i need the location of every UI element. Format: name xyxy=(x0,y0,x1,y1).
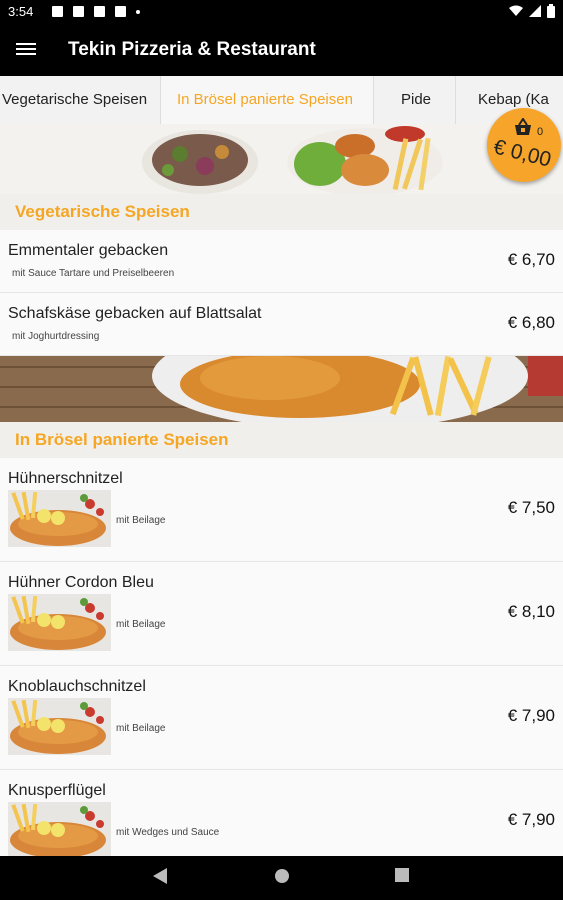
item-name: Emmentaler gebacken xyxy=(8,242,169,259)
item-name: Hühner Cordon Bleu xyxy=(8,574,154,591)
system-navigation-bar xyxy=(0,856,563,900)
tab-vegetarische-speisen[interactable]: Vegetarische Speisen xyxy=(0,76,161,124)
item-description: mit Wedges und Sauce xyxy=(116,827,220,838)
back-icon[interactable] xyxy=(153,868,167,884)
battery-icon xyxy=(547,4,555,18)
item-price: € 7,90 xyxy=(507,706,555,725)
item-description: mit Joghurtdressing xyxy=(12,331,100,342)
menu-item[interactable]: Schafskäse gebacken auf Blattsalat mit J… xyxy=(0,293,563,356)
item-description: mit Beilage xyxy=(116,723,166,734)
wifi-icon xyxy=(509,5,523,16)
menu-icon[interactable] xyxy=(16,40,36,60)
tab-in-broesel-panierte-speisen[interactable]: In Brösel panierte Speisen xyxy=(161,76,374,124)
menu-item[interactable]: Knusperflügel mit Wedges und Sauce € 7,9… xyxy=(0,770,563,856)
item-name: Hühnerschnitzel xyxy=(8,470,123,487)
item-name: Schafskäse gebacken auf Blattsalat xyxy=(8,305,262,322)
notification-icon xyxy=(115,6,126,17)
item-description: mit Sauce Tartare und Preiselbeeren xyxy=(12,268,175,279)
menu-item[interactable]: Emmentaler gebacken mit Sauce Tartare un… xyxy=(0,230,563,293)
more-notifications-icon xyxy=(136,9,140,14)
notification-icons xyxy=(52,6,140,17)
item-thumbnail xyxy=(8,594,111,651)
section-title: Vegetarische Speisen xyxy=(0,194,563,230)
menu-item[interactable]: Knoblauchschnitzel mit Beilage € 7,90 xyxy=(0,666,563,770)
item-thumbnail xyxy=(8,490,111,547)
app-bar: Tekin Pizzeria & Restaurant xyxy=(0,24,563,76)
item-description: mit Beilage xyxy=(116,619,166,630)
item-name: Knusperflügel xyxy=(8,782,106,799)
home-icon[interactable] xyxy=(274,868,290,884)
item-thumbnail xyxy=(8,802,111,856)
notification-icon xyxy=(94,6,105,17)
basket-icon xyxy=(515,118,531,135)
menu-item[interactable]: Hühnerschnitzel mit Beilage € 7,50 xyxy=(0,458,563,562)
item-price: € 6,70 xyxy=(507,250,555,269)
signal-icon xyxy=(529,5,541,17)
app-title: Tekin Pizzeria & Restaurant xyxy=(68,39,316,60)
item-name: Knoblauchschnitzel xyxy=(8,678,146,695)
status-bar: 3:54 xyxy=(0,0,563,24)
tab-pide[interactable]: Pide xyxy=(374,76,456,124)
recents-icon[interactable] xyxy=(395,868,409,882)
cart-count: 0 xyxy=(537,126,544,138)
notification-icon xyxy=(52,6,63,17)
notification-icon xyxy=(73,6,84,17)
system-icons xyxy=(509,4,555,18)
category-tabs: Vegetarische Speisen In Brösel panierte … xyxy=(0,76,563,125)
vegetarian-banner-image xyxy=(0,124,563,194)
item-price: € 7,90 xyxy=(507,810,555,829)
item-price: € 7,50 xyxy=(507,498,555,517)
section-title: In Brösel panierte Speisen xyxy=(0,422,563,458)
item-thumbnail xyxy=(8,698,111,755)
status-time: 3:54 xyxy=(8,4,34,19)
breaded-banner-image xyxy=(0,356,563,422)
menu-item[interactable]: Hühner Cordon Bleu mit Beilage € 8,10 xyxy=(0,562,563,666)
menu-list[interactable]: Vegetarische Speisen Emmentaler gebacken… xyxy=(0,124,563,856)
item-price: € 8,10 xyxy=(507,602,555,621)
cart-total: € 0,00 xyxy=(491,135,554,172)
item-price: € 6,80 xyxy=(507,313,555,332)
item-description: mit Beilage xyxy=(116,515,166,526)
cart-button[interactable]: 0 € 0,00 xyxy=(487,108,561,182)
